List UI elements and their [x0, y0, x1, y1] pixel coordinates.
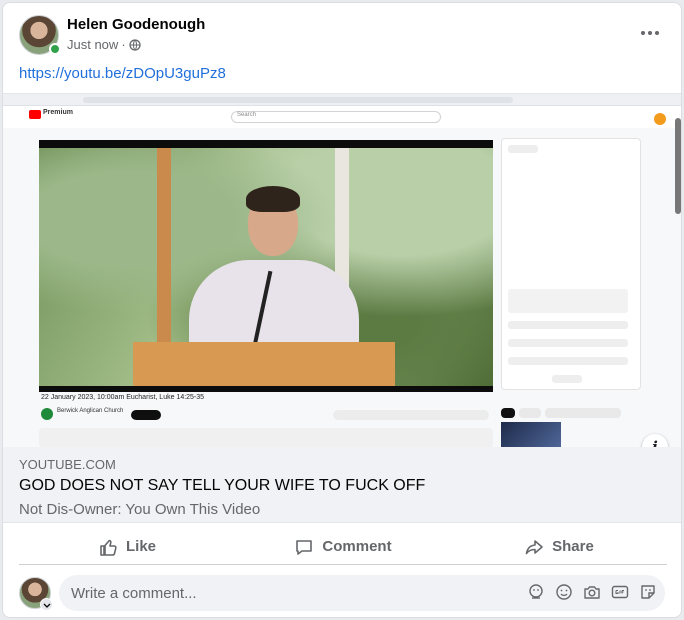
video-frame [39, 140, 493, 392]
comment-input[interactable]: Write a comment... [59, 575, 665, 611]
chat-message [508, 339, 628, 347]
online-status-dot [49, 43, 61, 55]
rec-filter-chip [519, 408, 541, 418]
gif-icon[interactable] [611, 583, 629, 601]
more-options-icon[interactable] [639, 23, 661, 43]
comment-composer: Write a comment... [19, 575, 667, 611]
chevron-down-icon[interactable] [40, 598, 53, 611]
thumbs-up-icon [100, 539, 117, 556]
chat-message [508, 321, 628, 329]
link-info-box[interactable]: YOUTUBE.COM GOD DOES NOT SAY TELL YOUR W… [3, 447, 681, 523]
youtube-account-avatar [654, 113, 666, 125]
link-subtitle: Not Dis-Owner: You Own This Video [19, 501, 261, 518]
browser-toolbar [3, 94, 681, 106]
emoji-icon[interactable] [555, 583, 573, 601]
hide-chat [552, 375, 582, 383]
like-label: Like [125, 538, 156, 555]
rec-filter-chip [501, 408, 515, 418]
camera-icon[interactable] [583, 583, 601, 601]
like-button[interactable]: Like [19, 529, 235, 564]
chat-header [508, 145, 538, 153]
youtube-logo-icon [29, 110, 41, 119]
youtube-brand-text: Premium [43, 109, 73, 116]
live-chat-panel [501, 138, 641, 390]
comment-bubble-icon [296, 539, 313, 555]
sticker-icon[interactable] [639, 583, 657, 601]
share-button[interactable]: Share [451, 529, 667, 564]
page-scrollbar [675, 118, 681, 214]
comment-tools [527, 583, 657, 601]
youtube-search-box [231, 111, 441, 123]
url-bar [83, 97, 513, 103]
comment-placeholder: Write a comment... [71, 585, 197, 602]
chat-message [508, 289, 628, 313]
youtube-search-placeholder: Search [237, 112, 257, 118]
lectern [133, 342, 395, 386]
video-scene [39, 148, 493, 386]
meta-separator: · [121, 37, 126, 52]
recommended-thumbnail [501, 422, 561, 447]
post-header: Helen Goodenough Just now · [3, 3, 681, 61]
channel-name: Berwick Anglican Church [57, 408, 124, 414]
video-action-bar [333, 410, 489, 420]
comment-button[interactable]: Comment [235, 529, 451, 564]
link-domain: YOUTUBE.COM [19, 457, 116, 472]
video-title: 22 January 2023, 10:00am Eucharist, Luke… [41, 394, 205, 401]
rec-filter-chip [545, 408, 621, 418]
link-headline[interactable]: GOD DOES NOT SAY TELL YOUR WIFE TO FUCK … [19, 477, 425, 495]
share-label: Share [552, 538, 594, 555]
share-arrow-icon [525, 539, 543, 554]
post-card: Helen Goodenough Just now · https://yout… [2, 2, 682, 618]
post-meta: Just now · [67, 37, 141, 52]
avatar-sticker-icon[interactable] [527, 583, 545, 601]
speaker-hair [246, 186, 300, 212]
link-preview-image[interactable]: Premium Search 22 January 2023, 10:00am … [3, 93, 681, 447]
globe-icon [129, 38, 141, 51]
chat-input [508, 357, 628, 365]
channel-avatar [41, 408, 53, 420]
post-actions: Like Comment Share [19, 529, 667, 565]
author-name[interactable]: Helen Goodenough [67, 16, 205, 33]
video-description [39, 428, 493, 447]
subscribe-button [131, 410, 161, 420]
post-timestamp[interactable]: Just now [67, 37, 118, 52]
post-link[interactable]: https://youtu.be/zDOpU3guPz8 [19, 65, 226, 82]
comment-label: Comment [322, 538, 392, 555]
